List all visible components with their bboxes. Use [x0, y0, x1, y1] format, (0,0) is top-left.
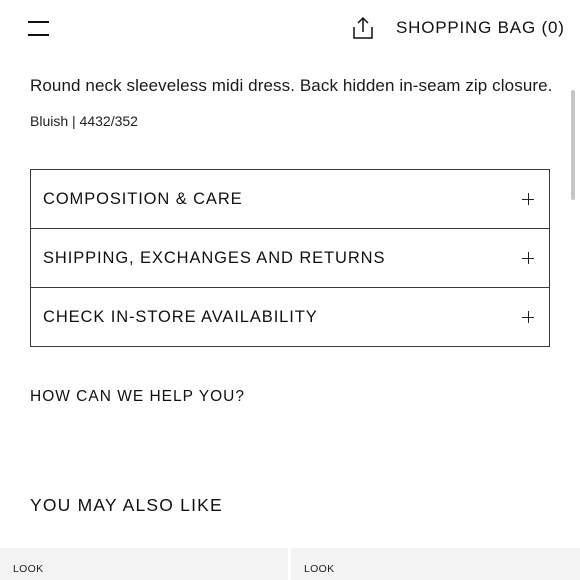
menu-line-top	[28, 21, 49, 23]
product-description: Round neck sleeveless midi dress. Back h…	[30, 76, 553, 95]
plus-icon	[522, 252, 534, 264]
accordion-composition-care[interactable]: COMPOSITION & CARE	[30, 169, 550, 228]
accordion-label: CHECK IN-STORE AVAILABILITY	[43, 308, 318, 326]
recommended-product-card[interactable]: LOOK	[0, 548, 288, 580]
product-detail-page: SHOPPING BAG (0) Round neck sleeveless m…	[0, 0, 580, 580]
help-link[interactable]: HOW CAN WE HELP YOU?	[30, 388, 245, 406]
card-label: LOOK	[304, 563, 335, 575]
product-info-accordion: COMPOSITION & CARE SHIPPING, EXCHANGES A…	[30, 169, 550, 347]
share-upload-icon[interactable]	[350, 15, 376, 41]
accordion-store-availability[interactable]: CHECK IN-STORE AVAILABILITY	[30, 287, 550, 347]
top-header: SHOPPING BAG (0)	[0, 0, 580, 58]
scrollbar[interactable]	[571, 90, 575, 200]
accordion-label: COMPOSITION & CARE	[43, 190, 243, 208]
plus-icon	[522, 193, 534, 205]
shopping-bag-button[interactable]: SHOPPING BAG (0)	[396, 18, 565, 38]
recommended-product-card[interactable]: LOOK	[291, 548, 580, 580]
card-label: LOOK	[13, 563, 44, 575]
hamburger-menu-icon[interactable]	[28, 18, 52, 40]
product-color-reference: Bluish | 4432/352	[30, 113, 138, 129]
accordion-label: SHIPPING, EXCHANGES AND RETURNS	[43, 249, 386, 267]
accordion-shipping-returns[interactable]: SHIPPING, EXCHANGES AND RETURNS	[30, 228, 550, 287]
plus-icon	[522, 311, 534, 323]
menu-line-bottom	[28, 34, 49, 36]
recommendations-title: YOU MAY ALSO LIKE	[30, 495, 223, 515]
